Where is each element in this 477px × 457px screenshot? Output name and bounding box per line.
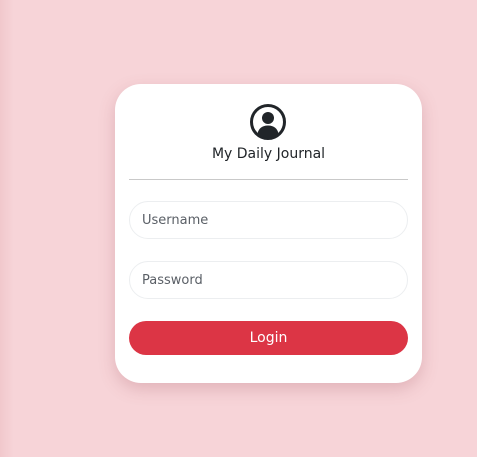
left-edge-shadow [0, 0, 14, 457]
title-divider [129, 179, 408, 180]
login-card: My Daily Journal Login [115, 84, 422, 383]
username-input[interactable] [129, 201, 408, 239]
app-title: My Daily Journal [211, 146, 326, 162]
password-input[interactable] [129, 261, 408, 299]
user-avatar-icon [250, 104, 286, 140]
login-button[interactable]: Login [129, 321, 408, 355]
